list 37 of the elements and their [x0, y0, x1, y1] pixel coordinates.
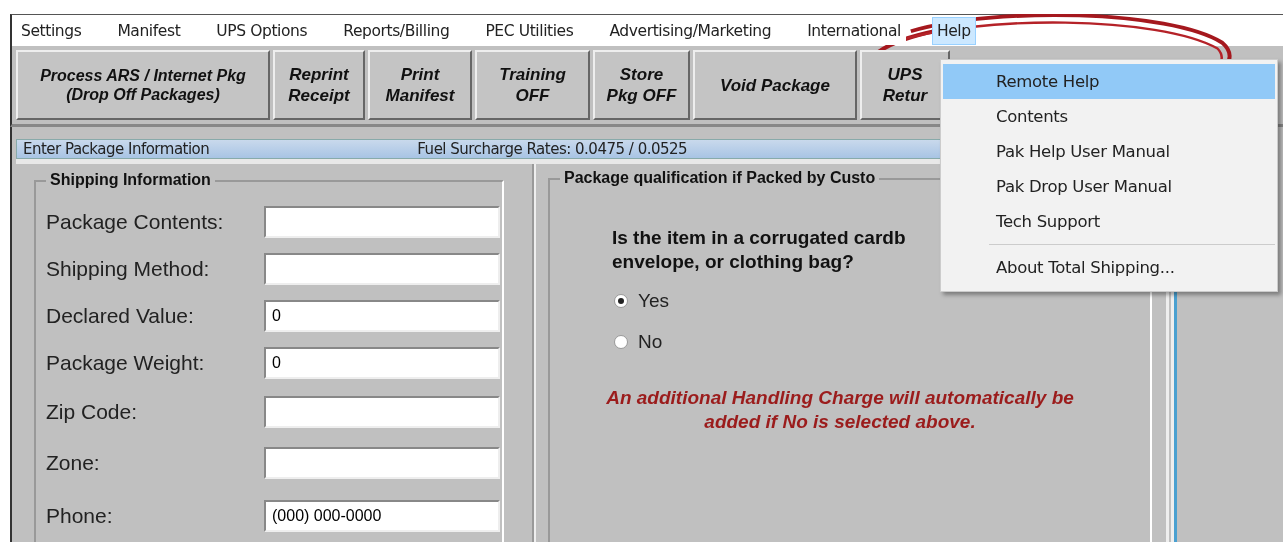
input-field[interactable]: 0	[264, 346, 500, 379]
toolbar-button[interactable]: Store Pkg OFF	[593, 50, 690, 120]
input-field[interactable]: (000) 000-0000	[264, 500, 500, 532]
input-field[interactable]	[264, 205, 500, 238]
field-label: Zip Code:	[46, 400, 139, 424]
radio-button[interactable]	[614, 293, 628, 308]
option-label: No	[638, 330, 663, 353]
field-label: Shipping Method:	[46, 256, 211, 281]
toolbar-button[interactable]: Void Package	[693, 50, 857, 120]
menu-item[interactable]: Tech Support	[943, 204, 1275, 239]
menu-item[interactable]: About Total Shipping...	[943, 250, 1275, 285]
field-label: Phone:	[46, 504, 114, 528]
input-field[interactable]	[264, 447, 500, 479]
option-label: Yes	[638, 289, 669, 312]
toolbar-button[interactable]: Reprint Receipt	[273, 50, 365, 120]
menu-item[interactable]: Pak Drop User Manual	[943, 169, 1275, 204]
group-title: Package qualification if Packed by Custo	[560, 169, 880, 187]
handling-charge-warning: An additional Handling Charge will automatically be added if No is selected above.	[605, 386, 1075, 434]
menu-item[interactable]: Pak Help User Manual	[943, 134, 1275, 169]
question-text: Is the item in a corrugated cardb envelope, or clothing bag?	[612, 226, 906, 274]
field-label: Package Contents:	[46, 209, 225, 234]
toolbar-button[interactable]: Training OFF	[475, 50, 590, 120]
panel-title: Enter Package Information	[23, 140, 210, 158]
toolbar-button[interactable]: UPS Retur	[860, 50, 950, 120]
field-label: Zone:	[46, 451, 101, 475]
input-field[interactable]: 0	[264, 299, 500, 332]
field-label: Package Weight:	[46, 350, 206, 375]
field-label: Declared Value:	[46, 303, 195, 328]
menu-item[interactable]: Help	[931, 16, 976, 45]
input-field[interactable]	[264, 252, 500, 285]
radio-button[interactable]	[614, 334, 628, 349]
group-title: Shipping Information	[46, 171, 215, 189]
input-field[interactable]	[264, 396, 500, 428]
fuel-surcharge-rates: Fuel Surcharge Rates: 0.0475 / 0.0525	[417, 140, 688, 158]
toolbar-button[interactable]: Process ARS / Internet Pkg (Drop Off Packages)	[16, 50, 270, 120]
menu-item[interactable]: Remote Help	[943, 64, 1275, 99]
toolbar-button[interactable]: Print Manifest	[368, 50, 472, 120]
